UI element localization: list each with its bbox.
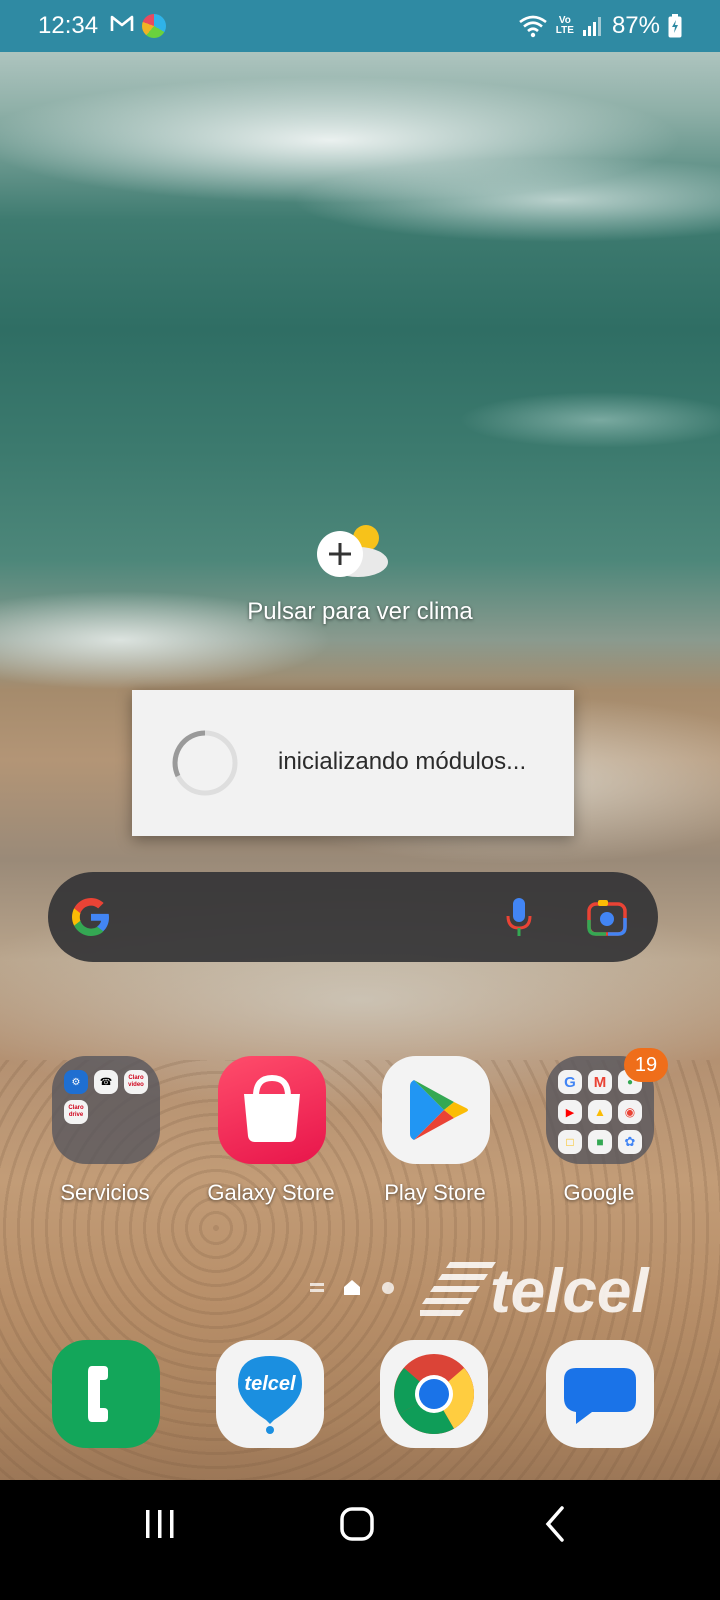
- tv-app-icon: □: [558, 1130, 582, 1154]
- battery-percent: 87%: [611, 12, 660, 39]
- google-lens-icon[interactable]: [586, 898, 628, 938]
- page-dot: [382, 1282, 394, 1294]
- app-label-play-store: Play Store: [384, 1180, 486, 1205]
- claro-drive-text: Claro drive: [68, 1105, 84, 1118]
- volte-icon: Vo LTE: [556, 16, 574, 36]
- home-button[interactable]: [338, 1504, 378, 1544]
- notification-badge: 19: [624, 1048, 668, 1082]
- notification-icons: [110, 13, 167, 39]
- signal-icon: [582, 15, 604, 37]
- edge-icon: [142, 14, 167, 38]
- weather-widget[interactable]: Pulsar para ver clima: [230, 522, 490, 632]
- meet-app-icon: ■: [588, 1130, 612, 1154]
- youtube-app-icon: ▶: [558, 1100, 582, 1124]
- google-search-bar[interactable]: [48, 872, 658, 962]
- support-app-icon: ☎: [94, 1070, 118, 1094]
- microphone-icon[interactable]: [504, 896, 534, 938]
- home-page-indicator-icon: [344, 1280, 360, 1295]
- servicios-folder-preview: ⚙ ☎ Claro video Claro drive: [64, 1070, 148, 1124]
- battery-charging-icon: [668, 14, 682, 38]
- telcel-icon-text: telcel: [244, 1373, 296, 1395]
- phone-icon: [88, 1366, 108, 1422]
- gmail-icon: [110, 13, 134, 39]
- telcel-logo-text: telcel: [490, 1258, 650, 1318]
- photos-app-icon: ✿: [618, 1130, 642, 1154]
- app-label-servicios: Servicios: [60, 1180, 150, 1205]
- claro-video-icon: Claro video: [124, 1070, 148, 1094]
- google-g-icon: [72, 898, 109, 936]
- dock-messages[interactable]: [546, 1340, 654, 1448]
- back-button[interactable]: [540, 1504, 570, 1544]
- app-label-galaxy-store: Galaxy Store: [207, 1180, 335, 1205]
- discover-page-dot: [310, 1283, 324, 1286]
- claro-drive-icon: Claro drive: [64, 1100, 88, 1124]
- telcel-balloon-icon: telcel: [238, 1356, 302, 1434]
- weather-label: Pulsar para ver clima: [247, 598, 473, 625]
- google-folder-preview: G M ● ▶ ▲ ◉ □ ■ ✿: [558, 1070, 642, 1154]
- drive-app-icon: ▲: [588, 1100, 612, 1124]
- status-right: Vo LTE 87%: [518, 12, 682, 40]
- play-triangle-icon: [410, 1080, 468, 1140]
- app-label-google: Google: [563, 1180, 635, 1205]
- gmail-app-icon: M: [588, 1070, 612, 1094]
- status-bar: 12:34 Vo LTE 87%: [0, 0, 720, 52]
- play-store-icon: [382, 1056, 490, 1164]
- google-app-icon: G: [558, 1070, 582, 1094]
- status-time: 12:34: [38, 12, 99, 39]
- dock-telcel[interactable]: telcel: [216, 1340, 324, 1448]
- galaxy-store-icon: [218, 1056, 326, 1164]
- messages-icon: [564, 1368, 636, 1424]
- telcel-wallpaper-logo: telcel: [420, 1258, 650, 1318]
- add-weather-icon: [317, 525, 388, 577]
- servicios-folder-icon: ⚙ ☎ Claro video Claro drive: [52, 1056, 160, 1164]
- progress-message: inicializando módulos...: [278, 748, 527, 775]
- shopping-bag-icon: [244, 1074, 300, 1142]
- claro-video-text: Claro video: [128, 1075, 144, 1088]
- dock-phone[interactable]: [52, 1340, 160, 1448]
- dock-chrome[interactable]: [380, 1340, 488, 1448]
- volte-bottom-text: LTE: [555, 25, 574, 36]
- servicios-app-icon: ⚙: [64, 1070, 88, 1094]
- wifi-icon: [518, 14, 548, 38]
- page-indicator[interactable]: [308, 1278, 408, 1298]
- loading-spinner-icon: [172, 730, 238, 796]
- recent-apps-button[interactable]: [140, 1506, 180, 1542]
- chrome-icon: [394, 1354, 474, 1434]
- youtube-music-app-icon: ◉: [618, 1100, 642, 1124]
